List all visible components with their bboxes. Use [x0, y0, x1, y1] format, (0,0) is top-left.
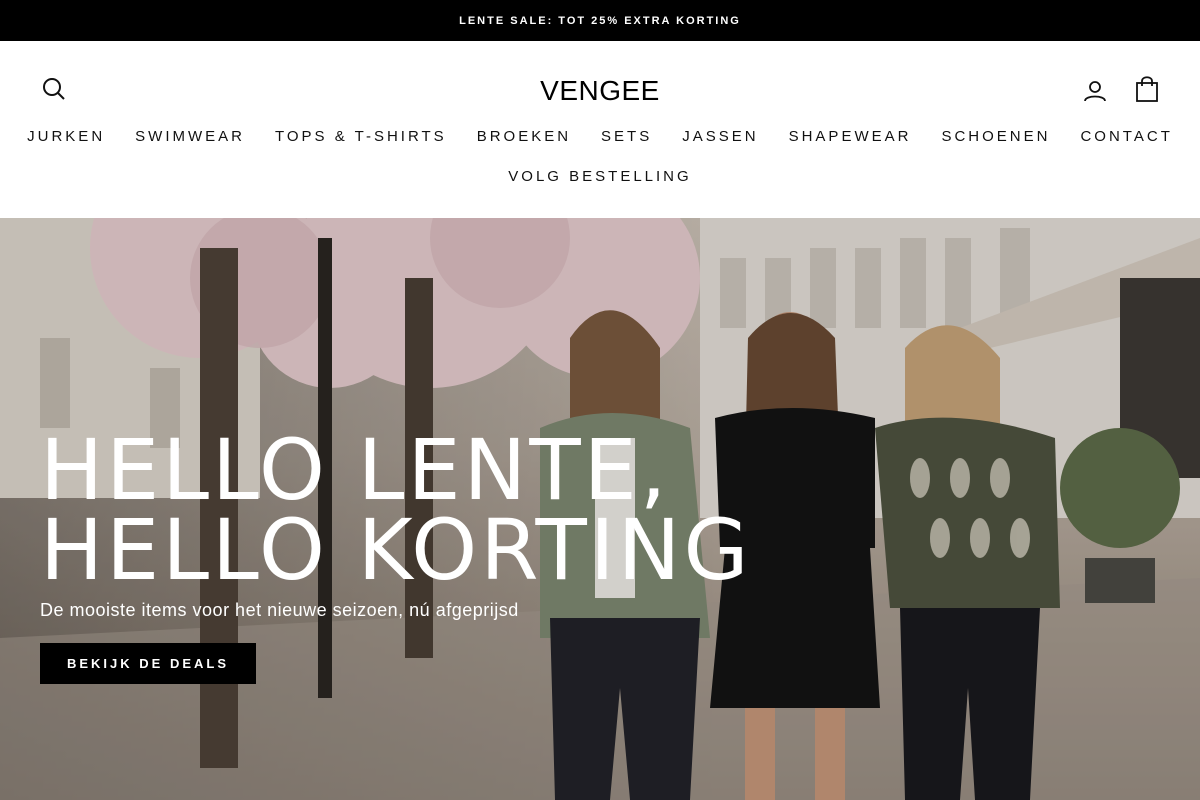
- announcement-text: LENTE SALE: TOT 25% EXTRA KORTING: [459, 14, 741, 27]
- nav-item-tops-t-shirts[interactable]: TOPS & T-SHIRTS: [275, 125, 447, 149]
- nav-item-broeken[interactable]: BROEKEN: [477, 125, 571, 149]
- search-icon: [43, 78, 65, 100]
- bekijk-de-deals-button[interactable]: BEKIJK DE DEALS: [40, 643, 256, 684]
- hero-title-line-1: HELLO LENTE,: [40, 421, 670, 519]
- hero-banner: HELLO LENTE, HELLO KORTING De mooiste it…: [0, 218, 1200, 800]
- cart-button[interactable]: [1132, 74, 1162, 104]
- secondary-navigation: VOLG BESTELLING: [0, 165, 1200, 189]
- site-logo[interactable]: VENGEE: [500, 73, 700, 109]
- nav-item-schoenen[interactable]: SCHOENEN: [941, 125, 1050, 149]
- hero-subtitle: De mooiste items voor het nieuwe seizoen…: [40, 600, 519, 620]
- nav-item-swimwear[interactable]: SWIMWEAR: [135, 125, 245, 149]
- site-header: VENGEE JURKEN SWIMWEAR TOPS & T-SHIRTS B…: [0, 41, 1200, 218]
- account-button[interactable]: [1080, 76, 1110, 106]
- nav-item-shapewear[interactable]: SHAPEWEAR: [789, 125, 912, 149]
- shopping-bag-icon: [1136, 76, 1158, 102]
- nav-item-jurken[interactable]: JURKEN: [27, 125, 105, 149]
- announcement-bar: LENTE SALE: TOT 25% EXTRA KORTING: [0, 0, 1200, 41]
- hero-title-line-2: HELLO KORTING: [40, 501, 752, 599]
- nav-item-sets[interactable]: SETS: [601, 125, 652, 149]
- hero-title: HELLO LENTE, HELLO KORTING: [40, 421, 800, 599]
- main-navigation: JURKEN SWIMWEAR TOPS & T-SHIRTS BROEKEN …: [0, 125, 1200, 149]
- nav-item-jassen[interactable]: JASSEN: [682, 125, 758, 149]
- nav-item-contact[interactable]: CONTACT: [1080, 125, 1172, 149]
- search-button[interactable]: [40, 75, 68, 103]
- nav-item-volg-bestelling[interactable]: VOLG BESTELLING: [508, 165, 691, 189]
- user-icon: [1084, 81, 1106, 102]
